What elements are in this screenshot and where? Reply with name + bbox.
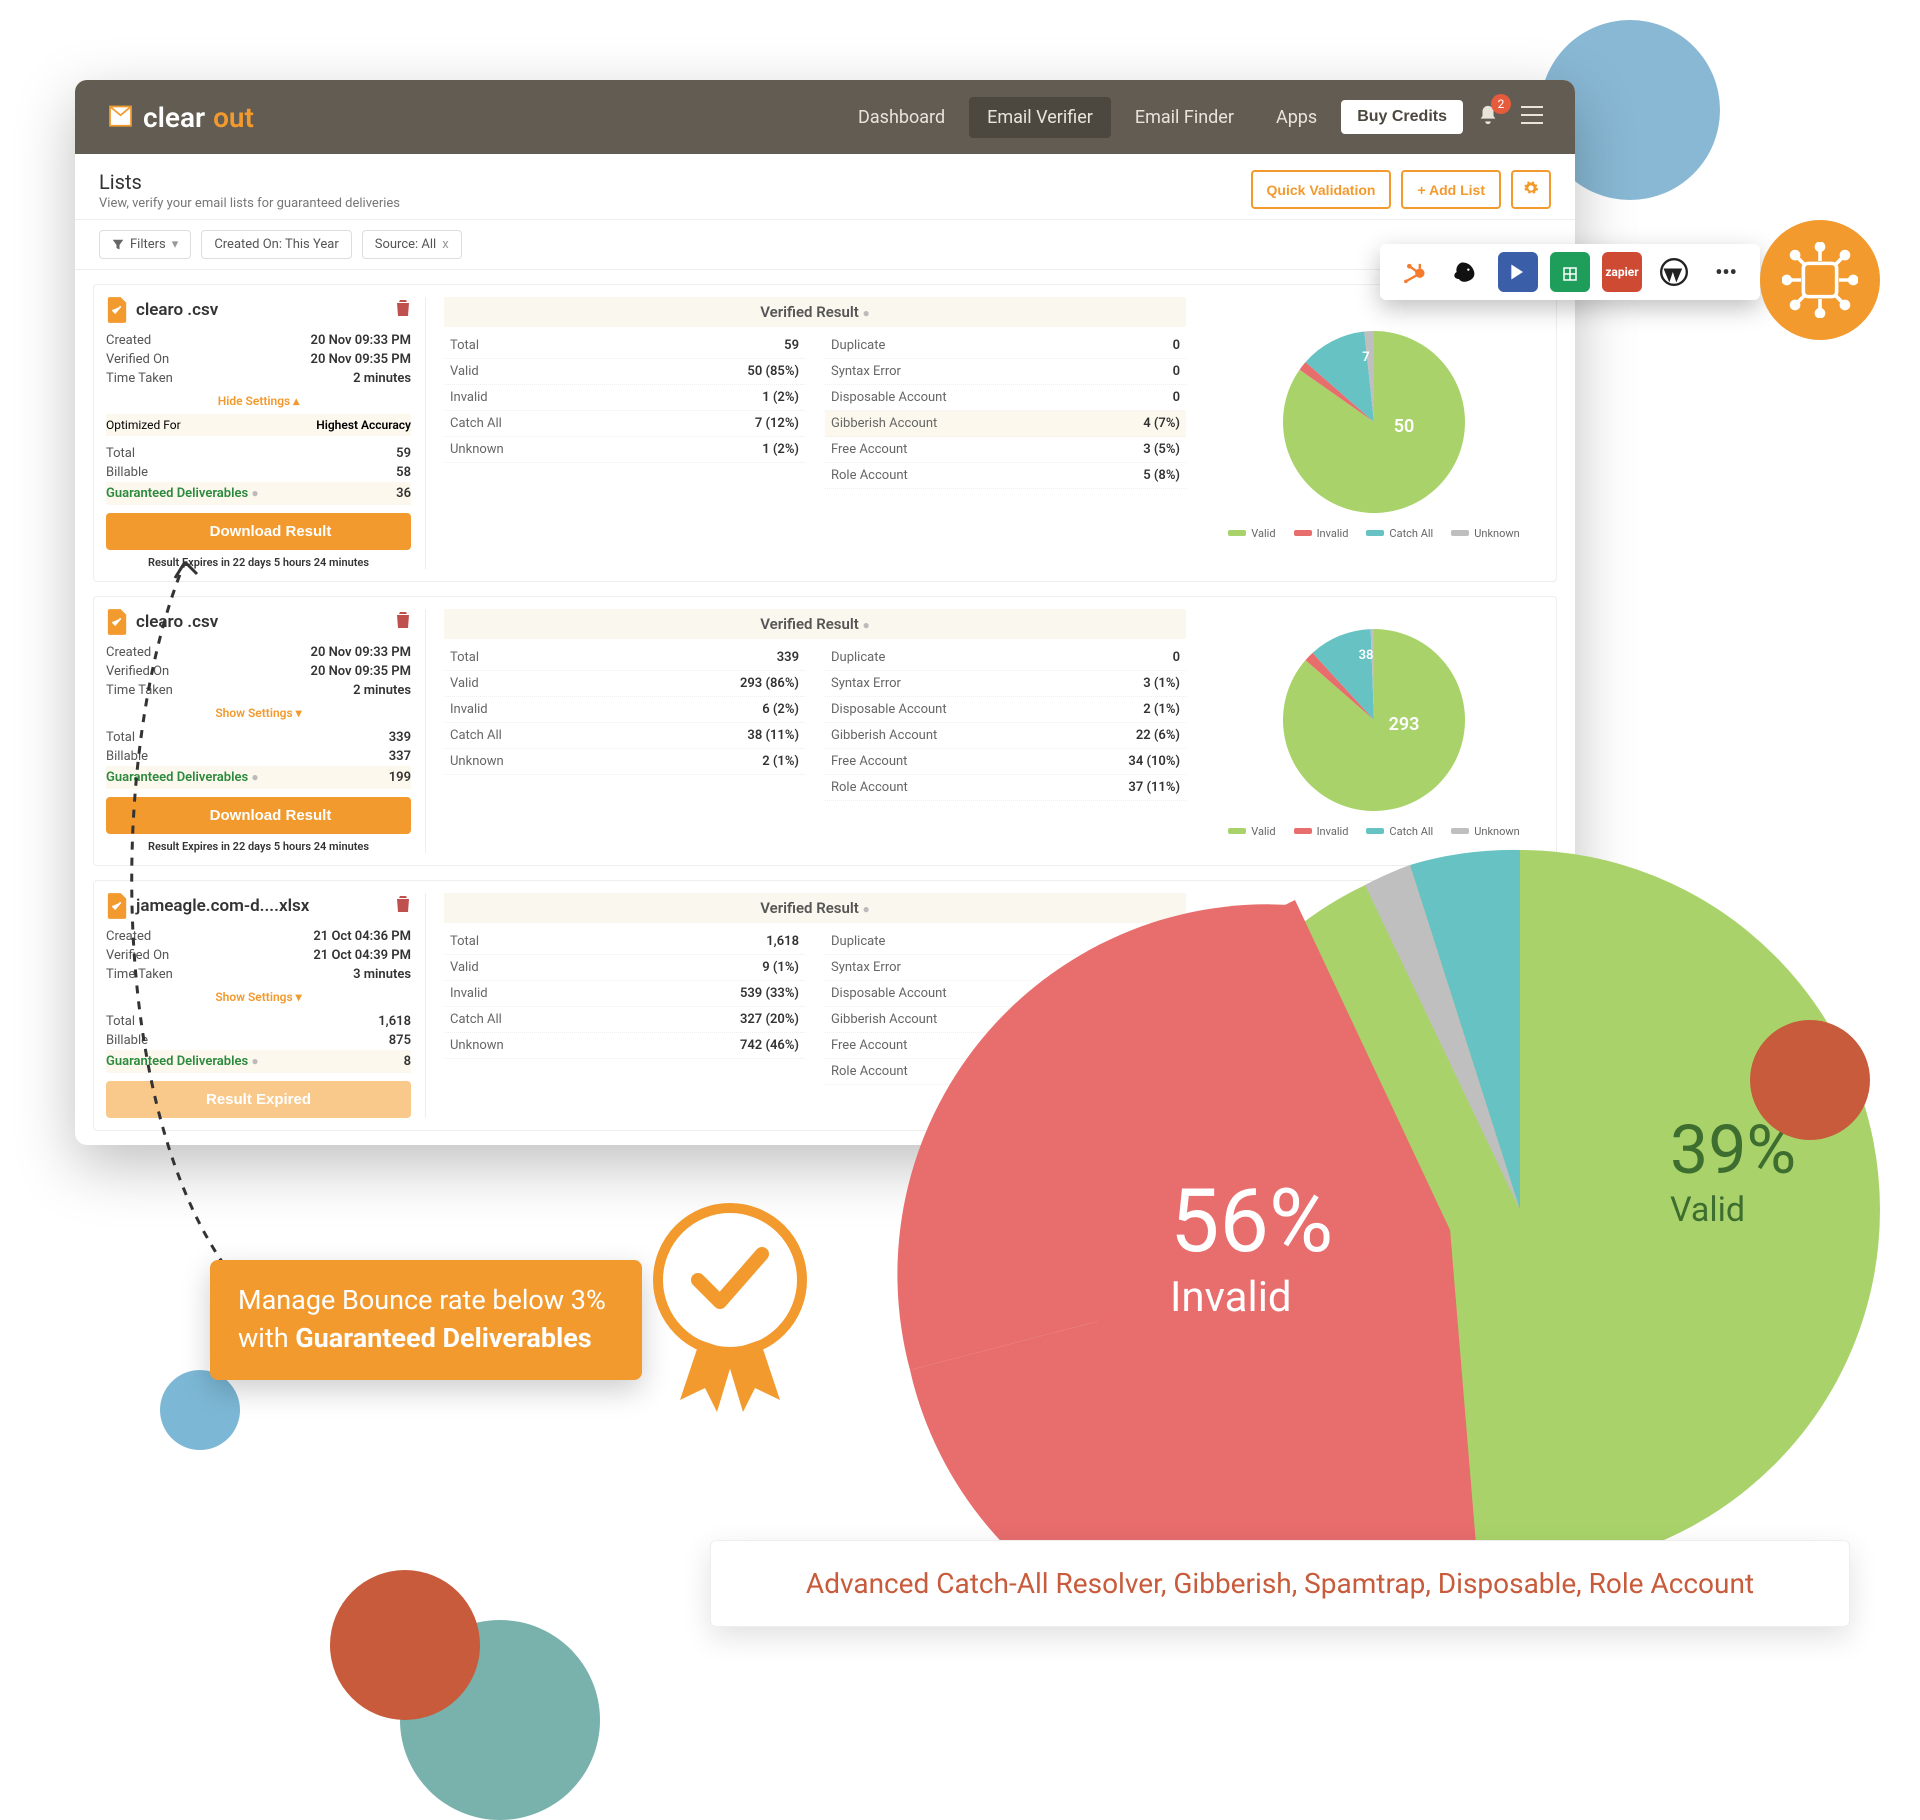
- big-pie-invalid-pct: 56%: [1170, 1170, 1333, 1273]
- svg-text:38: 38: [1359, 648, 1374, 663]
- wordpress-icon[interactable]: [1654, 252, 1694, 292]
- hubspot-icon[interactable]: [1394, 252, 1434, 292]
- brand-logo: clearout: [99, 101, 254, 134]
- nav-email-verifier[interactable]: Email Verifier: [969, 97, 1111, 138]
- funnel-icon: [112, 239, 124, 251]
- zapier-icon[interactable]: zapier: [1602, 252, 1642, 292]
- settings-toggle[interactable]: Hide Settings ▴: [106, 394, 411, 408]
- result-col-right: Duplicate0Syntax Error3 (1%)Disposable A…: [825, 645, 1186, 801]
- gear-icon: [1523, 180, 1539, 196]
- nav-email-finder[interactable]: Email Finder: [1117, 97, 1252, 138]
- hamburger-icon: [1521, 106, 1543, 124]
- result-expires-text: Result Expires in 22 days 5 hours 24 min…: [106, 556, 411, 569]
- verified-result-panel: Verified Result ● Total59Valid50 (85%)In…: [444, 297, 1186, 569]
- big-pie-invalid-text: Invalid: [1170, 1273, 1333, 1322]
- decorative-circle: [1750, 1020, 1870, 1140]
- delete-button[interactable]: [395, 895, 411, 918]
- guaranteed-deliverables-row: Guaranteed Deliverables ●36: [106, 482, 411, 505]
- file-name: jameagle.com-d....xlsx: [136, 896, 309, 916]
- quick-validation-button[interactable]: Quick Validation: [1251, 170, 1392, 209]
- filter-chip-source-label: Source: All: [375, 237, 436, 252]
- list-card-summary: clearo .csv Created20 Nov 09:33 PM Verif…: [106, 297, 426, 569]
- delete-button[interactable]: [395, 611, 411, 634]
- filter-chip-created[interactable]: Created On: This Year: [201, 230, 351, 259]
- result-col-left: Total1,618Valid9 (1%)Invalid539 (33%)Cat…: [444, 929, 805, 1085]
- nav-apps[interactable]: Apps: [1258, 97, 1335, 138]
- nav-dashboard[interactable]: Dashboard: [840, 97, 963, 138]
- list-card-summary: jameagle.com-d....xlsx Created21 Oct 04:…: [106, 893, 426, 1118]
- list-card-summary: clearo .csv Created20 Nov 09:33 PM Verif…: [106, 609, 426, 853]
- file-name: clearo .csv: [136, 612, 218, 632]
- result-col-left: Total59Valid50 (85%)Invalid1 (2%)Catch A…: [444, 333, 805, 489]
- top-nav: Dashboard Email Verifier Email Finder Ap…: [840, 97, 1551, 138]
- integration-badge: [1760, 220, 1880, 340]
- page-subtitle: View, verify your email lists for guaran…: [99, 196, 1251, 211]
- notification-count-badge: 2: [1491, 94, 1511, 114]
- result-col-right: Duplicate0Syntax Error0Disposable Accoun…: [825, 333, 1186, 489]
- page-header: Lists View, verify your email lists for …: [75, 154, 1575, 219]
- result-expires-text: Result Expires in 22 days 5 hours 24 min…: [106, 840, 411, 853]
- add-list-button[interactable]: + Add List: [1401, 170, 1501, 209]
- page-title: Lists: [99, 170, 1251, 194]
- decorative-circle: [160, 1370, 240, 1450]
- guarantee-badge: [640, 1200, 820, 1424]
- callout-line2b: Guaranteed Deliverables: [295, 1322, 591, 1354]
- filters-bar: Filters ▾ Created On: This Year Source: …: [75, 219, 1575, 270]
- svg-text:293: 293: [1389, 714, 1420, 735]
- list-card: clearo .csv Created20 Nov 09:33 PM Verif…: [93, 284, 1557, 582]
- delete-button[interactable]: [395, 299, 411, 322]
- settings-toggle[interactable]: Show Settings ▾: [106, 990, 411, 1004]
- callout-line2a: with: [238, 1322, 295, 1354]
- buy-credits-button[interactable]: Buy Credits: [1341, 100, 1463, 134]
- guaranteed-deliverables-row: Guaranteed Deliverables ●199: [106, 766, 411, 789]
- integrations-strip: zapier •••: [1380, 244, 1760, 300]
- callout-bounce-rate: Manage Bounce rate below 3% with Guarant…: [210, 1260, 642, 1380]
- settings-button[interactable]: [1511, 170, 1551, 209]
- verified-result-title: Verified Result ●: [444, 297, 1186, 327]
- bottom-caption: Advanced Catch-All Resolver, Gibberish, …: [710, 1540, 1850, 1627]
- brand-text-right: out: [213, 101, 254, 134]
- filter-chip-source[interactable]: Source: All x: [362, 230, 462, 259]
- file-name: clearo .csv: [136, 300, 218, 320]
- brand-text-left: clear: [143, 101, 205, 134]
- download-icon: [186, 808, 202, 824]
- file-icon: [106, 609, 128, 635]
- list-card: clearo .csv Created20 Nov 09:33 PM Verif…: [93, 596, 1557, 866]
- download-result-button[interactable]: Download Result: [106, 797, 411, 834]
- result-col-left: Total339Valid293 (86%)Invalid6 (2%)Catch…: [444, 645, 805, 801]
- more-integrations-button[interactable]: •••: [1706, 252, 1746, 292]
- file-icon: [106, 893, 128, 919]
- notifications-button[interactable]: 2: [1469, 98, 1507, 136]
- svg-text:50: 50: [1394, 416, 1415, 437]
- envelope-speed-icon: [99, 103, 135, 131]
- menu-button[interactable]: [1513, 99, 1551, 136]
- guaranteed-deliverables-row: Guaranteed Deliverables ●8: [106, 1050, 411, 1073]
- filters-dropdown[interactable]: Filters ▾: [99, 230, 191, 259]
- callout-line1: Manage Bounce rate below 3%: [238, 1282, 606, 1320]
- big-pie-valid-text: Valid: [1670, 1190, 1796, 1230]
- topbar: clearout Dashboard Email Verifier Email …: [75, 80, 1575, 154]
- file-icon: [106, 297, 128, 323]
- verified-result-panel: Verified Result ● Total339Valid293 (86%)…: [444, 609, 1186, 853]
- download-result-button[interactable]: Download Result: [106, 513, 411, 550]
- circuit-icon: [1782, 242, 1858, 318]
- decorative-circle: [330, 1570, 480, 1720]
- big-pie-invalid-label: 56% Invalid: [1170, 1170, 1333, 1322]
- download-icon: [186, 524, 202, 540]
- filter-chip-close-icon[interactable]: x: [442, 237, 448, 252]
- verified-result-title: Verified Result ●: [444, 609, 1186, 639]
- settings-toggle[interactable]: Show Settings ▾: [106, 706, 411, 720]
- card-pie-panel: 29338 Valid Invalid Catch All Unknown: [1204, 609, 1544, 853]
- activecampaign-icon[interactable]: [1498, 252, 1538, 292]
- mailchimp-icon[interactable]: [1446, 252, 1486, 292]
- googlesheets-icon[interactable]: [1550, 252, 1590, 292]
- pie-legend: Valid Invalid Catch All Unknown: [1228, 527, 1519, 540]
- svg-text:7: 7: [1362, 350, 1369, 365]
- download-result-button[interactable]: Result Expired: [106, 1081, 411, 1118]
- card-pie-panel: 50 7 Valid Invalid Catch All Unknown: [1204, 297, 1544, 569]
- filters-label: Filters: [130, 237, 166, 252]
